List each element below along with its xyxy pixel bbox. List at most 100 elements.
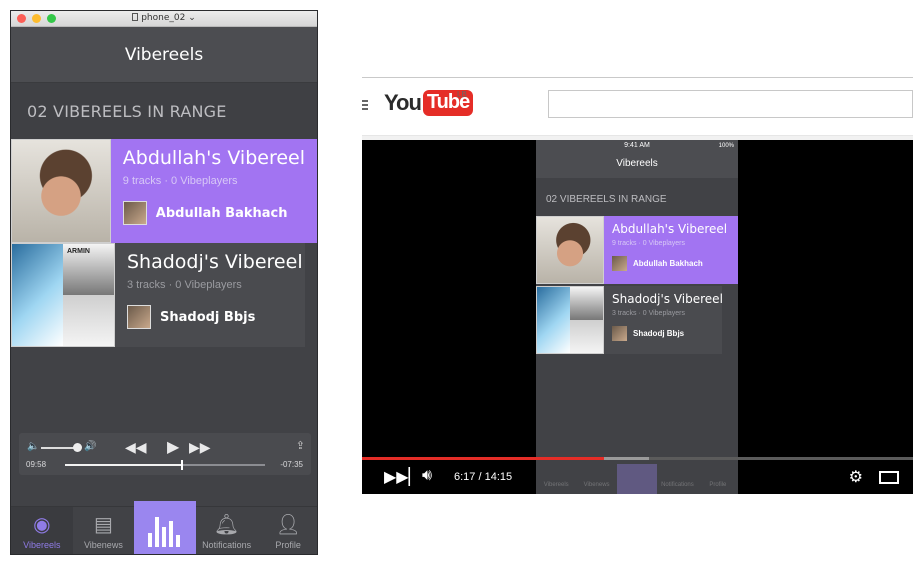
video-section-title: 02 VIBEREELS IN RANGE [546, 194, 667, 205]
avatar [127, 305, 151, 329]
equalizer-bar [176, 535, 181, 547]
progress-knob[interactable] [181, 460, 183, 470]
volume-slider-knob[interactable] [73, 443, 82, 452]
reel-owner: Abdullah Bakhach [122, 201, 305, 225]
fast-forward-icon[interactable]: ▶▶ [189, 439, 211, 456]
tab-label: Vibereels [23, 540, 61, 550]
album-cover [12, 244, 63, 346]
owner-photo [537, 217, 603, 283]
equalizer-bar [148, 533, 153, 547]
equalizer-bar [169, 521, 174, 547]
desktop: phone_02 ⌄ Vibereels 02 VIBEREELS IN RAN… [0, 0, 920, 565]
status-bar: 9:41 AM 100% [536, 140, 738, 152]
video-app-title: Vibereels [536, 152, 738, 178]
progress-bar[interactable] [65, 460, 265, 470]
next-icon[interactable]: ▶▶▏ [384, 467, 421, 487]
chevron-down-icon[interactable]: ⌄ [188, 13, 196, 23]
reel-owner: Shadodj Bbjs [127, 305, 293, 329]
bell-icon: 🔔︎ [213, 514, 240, 536]
reel-shadodj[interactable]: ARMIN Shadodj's Vibereel 3 tracks · 0 Vi… [11, 243, 317, 347]
simulator-window: phone_02 ⌄ Vibereels 02 VIBEREELS IN RAN… [10, 10, 318, 555]
rewind-icon[interactable]: ◀◀ [125, 439, 147, 456]
tab-label: Notifications [202, 540, 252, 550]
tab-bar: ◉ Vibereels ▤ Vibenews 🔔︎ Notifications [11, 501, 317, 554]
video-frame-app: 9:41 AM 100% Vibereels 02 VIBEREELS IN R… [536, 140, 738, 494]
tab-profile[interactable]: 👤︎ Profile [257, 507, 317, 554]
remaining-time: -07:35 [280, 460, 303, 469]
person-icon: 👤︎ [275, 514, 301, 536]
video-player[interactable]: 9:41 AM 100% Vibereels 02 VIBEREELS IN R… [362, 140, 913, 494]
reel-abdullah[interactable]: Abdullah's Vibereel 9 tracks · 0 Vibepla… [11, 139, 317, 243]
video-reel-shadodj: Shadodj's Vibereel 3 tracks · 0 Vibeplay… [536, 286, 738, 354]
reel-name: Abdullah's Vibereel [612, 222, 728, 236]
reel-meta: 3 tracks · 0 Vibeplayers [127, 279, 242, 291]
reel-name: Abdullah's Vibereel [122, 147, 305, 169]
owner-name: Shadodj Bbjs [160, 309, 256, 325]
reel-meta: 3 tracks · 0 Vibeplayers [612, 310, 686, 317]
video-controls: ▶▶▏ 🔊︎ 6:17 / 14:15 ⚙ [362, 460, 913, 494]
search-input[interactable] [548, 90, 913, 118]
reel-info: Abdullah's Vibereel 9 tracks · 0 Vibepla… [110, 139, 317, 243]
avatar [612, 256, 627, 271]
country-code: LB [457, 90, 467, 99]
reel-thumbnail: ARMIN [11, 243, 115, 347]
reel-name: Shadodj's Vibereel [127, 251, 303, 273]
status-time: 9:41 AM [624, 142, 650, 149]
tab-vibenews[interactable]: ▤ Vibenews [73, 507, 135, 554]
avatar [612, 326, 627, 341]
mini-player: 🔈 🔊 ◀◀ ▶ ▶▶ ⇪ 09:58 -07:35 [19, 433, 311, 475]
youtube-header: You Tube LB [362, 78, 913, 136]
tab-notifications[interactable]: 🔔︎ Notifications [196, 507, 258, 554]
reel-info: Shadodj's Vibereel 3 tracks · 0 Vibeplay… [115, 243, 305, 347]
play-icon[interactable]: ▶ [167, 437, 179, 457]
equalizer-icon [148, 513, 182, 547]
volume-icon[interactable]: 🔊︎ [422, 467, 432, 485]
equalizer-bar [155, 517, 160, 547]
reel-info: Abdullah's Vibereel 9 tracks · 0 Vibepla… [604, 216, 738, 284]
owner-name: Abdullah Bakhach [155, 205, 288, 221]
tab-vibereels[interactable]: ◉ Vibereels [11, 507, 73, 554]
video-time: 6:17 / 14:15 [454, 471, 513, 483]
reel-thumbnail [536, 286, 604, 354]
settings-icon[interactable]: ⚙ [849, 467, 863, 487]
tab-label: Vibenews [83, 540, 123, 550]
app-header: Vibereels [11, 27, 317, 83]
reel-thumbnail [11, 139, 111, 243]
volume-slider[interactable] [41, 447, 75, 449]
volume-high-icon: 🔊 [84, 441, 97, 452]
album-cover [63, 295, 114, 346]
reel-name: Shadodj's Vibereel [612, 292, 723, 306]
album-cover [537, 287, 570, 353]
youtube-page: You Tube LB 9:41 AM 100% Vibereels 02 VI… [362, 77, 913, 494]
broadcast-icon: ◉ [33, 514, 51, 536]
menu-icon[interactable] [362, 100, 368, 110]
elapsed-time: 09:58 [26, 460, 47, 469]
window-title: phone_02 ⌄ [11, 13, 317, 23]
share-icon[interactable]: ⇪ [296, 439, 305, 452]
album-cover [570, 287, 603, 320]
reel-owner: Shadodj Bbjs [612, 326, 714, 341]
album-cover [570, 320, 603, 353]
window-titlebar[interactable]: phone_02 ⌄ [11, 11, 317, 27]
album-cover-text: ARMIN [67, 248, 90, 255]
album-collage [537, 287, 603, 353]
reel-info: Shadodj's Vibereel 3 tracks · 0 Vibeplay… [604, 286, 723, 354]
owner-name: Shadodj Bbjs [633, 329, 685, 338]
reel-meta: 9 tracks · 0 Vibeplayers [612, 240, 686, 247]
avatar [122, 201, 147, 225]
logo-you: You [384, 90, 422, 115]
app-title: Vibereels [124, 44, 204, 65]
window-title-text: phone_02 [141, 13, 186, 23]
document-icon [132, 13, 139, 21]
volume-low-icon: 🔈 [27, 441, 40, 452]
newspaper-icon: ▤ [93, 514, 113, 536]
theater-mode-icon[interactable] [879, 471, 899, 484]
tab-equalizer[interactable] [134, 501, 196, 554]
reel-meta: 9 tracks · 0 Vibeplayers [122, 175, 238, 187]
reel-owner: Abdullah Bakhach [612, 256, 730, 271]
video-reel-abdullah: Abdullah's Vibereel 9 tracks · 0 Vibepla… [536, 216, 738, 284]
album-cover: ARMIN [63, 244, 114, 295]
tab-label: Profile [275, 540, 301, 550]
battery-level: 100% [718, 143, 734, 149]
section-title: 02 VIBEREELS IN RANGE [11, 83, 317, 139]
